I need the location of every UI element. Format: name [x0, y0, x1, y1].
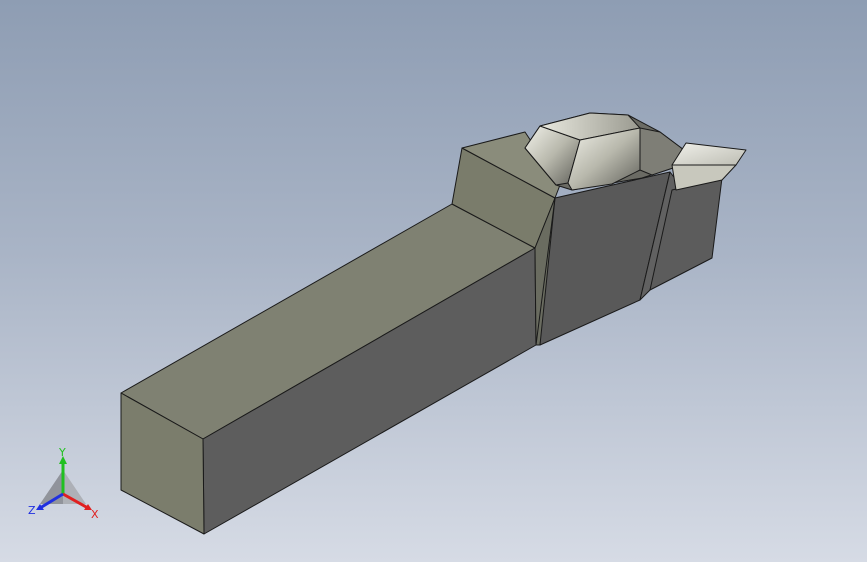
graphics-viewport[interactable]: Y X Z — [0, 0, 867, 562]
triad-base-shade — [40, 470, 63, 504]
clamp-insert[interactable] — [524, 112, 747, 191]
x-axis-label: X — [91, 508, 99, 521]
3d-model[interactable] — [0, 0, 867, 562]
shank[interactable] — [120, 203, 537, 535]
triad-graphic: Y X Z — [28, 446, 99, 521]
z-axis-label: Z — [28, 504, 36, 517]
y-axis-label: Y — [58, 448, 66, 459]
insert-tip-top — [671, 142, 747, 166]
orientation-triad: Y X Z — [28, 446, 102, 522]
